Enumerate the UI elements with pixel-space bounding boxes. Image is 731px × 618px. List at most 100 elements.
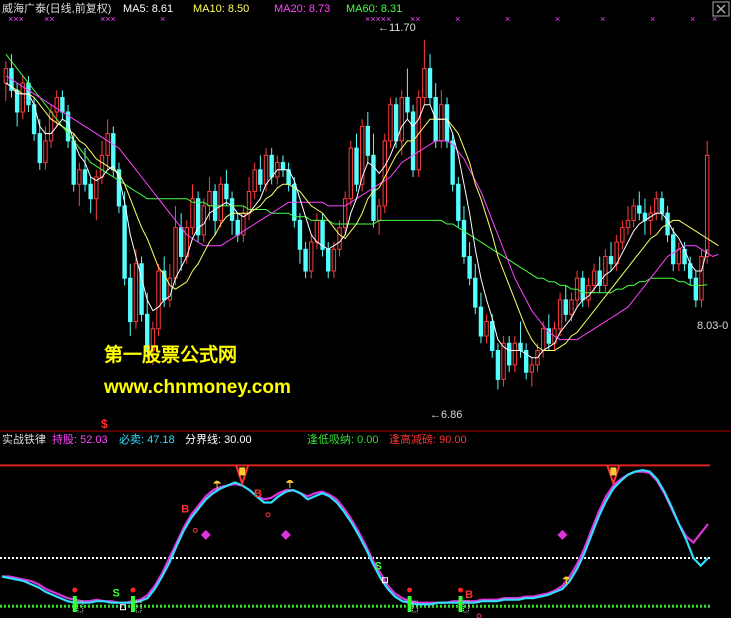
candle-body-down [456,183,461,221]
top-notch-fill [239,467,246,476]
candle-body-up [376,205,382,221]
candle-body-up [173,227,178,279]
candle-body-down [37,133,42,164]
bottom-red-dot [407,587,413,593]
candle-body-down [297,219,303,250]
bottom-green-bar [72,596,77,612]
dollar-marker: $ [101,417,108,431]
candle-body-down [122,205,127,279]
stock-name-label: 威海广泰(日线,前复权) [2,1,111,15]
x-marker: ××× [8,14,24,24]
candle-body-down [365,125,371,156]
bottom-red-dot [458,587,464,593]
signal-b-letter: B [181,503,189,515]
candle [195,191,201,243]
candle-body-down [659,198,665,214]
candle-body-up [43,140,48,164]
candle-body-down [693,277,699,301]
signal-b-letter: B [465,589,473,601]
candle-body-up [529,364,535,373]
candle-body-up [704,154,710,258]
candle-body-up [620,227,625,243]
bottom-red-dot [72,587,78,593]
ma5-label: MA5: 8.61 [123,3,173,15]
candle-body-down [326,248,331,272]
last-price-label: 8.03-0 [697,320,728,332]
bottom-green-bar [407,596,412,612]
high-price-label: ←11.70 [378,22,416,34]
candle-body-up [569,299,574,315]
candle-body-up [348,147,354,200]
candle-body-up [54,97,59,113]
candle-body-down [82,169,88,185]
candle-body-up [654,198,659,214]
candle-body-down [495,349,501,380]
candle-body-up [699,256,704,301]
candle [382,133,387,214]
candle-body-up [631,205,636,221]
candle-body-down [224,183,229,200]
candle-body-up [540,328,546,351]
candle-body-down [88,183,93,200]
x-marker: × [555,14,560,24]
ma60-label: MA60: 8.31 [346,3,402,15]
candle-body-up [625,219,631,229]
candle-body-up [331,248,337,272]
buy-low-label: 逢低吸纳: 0.00 [307,433,379,446]
candle [704,140,710,264]
x-marker: × [455,14,460,24]
ma20-label: MA20: 8.73 [274,3,330,15]
x-marker: ×× [44,14,55,24]
candle-body-up [263,154,269,185]
candle-body-down [280,162,286,171]
candle-body-up [133,263,139,323]
candle-body-up [439,104,444,142]
x-marker: × [650,14,655,24]
x-marker: × [600,14,605,24]
signal-b-letter: B [254,488,262,500]
candle-body-up [99,154,105,178]
candle [388,97,393,149]
candle-body-down [507,342,512,366]
candle-body-down [258,169,263,185]
x-marker: × [690,14,695,24]
candle-body-down [303,248,308,272]
candle [501,336,506,387]
candle-body-down [478,306,484,337]
candle-body-up [48,111,54,142]
candle-body-down [235,219,240,236]
candle-body-down [490,321,495,351]
candle-body-up [77,169,82,185]
candle-body-up [591,270,597,286]
candle-body-down [473,277,478,308]
candle-body-up [388,104,393,142]
candle [348,140,354,206]
boundary-label: 分界线: 30.00 [185,432,252,446]
candle-body-up [207,190,212,207]
indicator-name-label: 实战铁律 [2,432,46,446]
sell-high-label: 逢高减磅: 90.00 [389,432,467,446]
candle [116,162,122,214]
candle-body-up [252,169,257,192]
candle-body-down [405,97,410,113]
candle-body-down [229,198,235,221]
ma10-label: MA10: 8.50 [193,3,249,15]
candle-body-up [359,125,365,185]
candle-body-down [563,299,568,315]
candle-body-down [427,68,433,99]
candle-body-down [393,104,399,142]
candle-body-down [637,205,642,214]
candle-body-up [105,133,110,156]
candle-body-down [60,97,65,113]
candle-body-up [309,241,314,272]
candle [122,191,127,286]
x-marker: × [505,14,510,24]
candle-body-up [399,97,404,142]
candle-body-down [354,147,359,185]
candle-body-up [190,198,195,229]
candle-body-up [156,270,161,330]
candle-body-down [111,133,116,171]
candle-body-down [671,234,676,265]
hold-label: 持股: 52.03 [52,432,108,446]
candle-body-up [501,342,506,380]
